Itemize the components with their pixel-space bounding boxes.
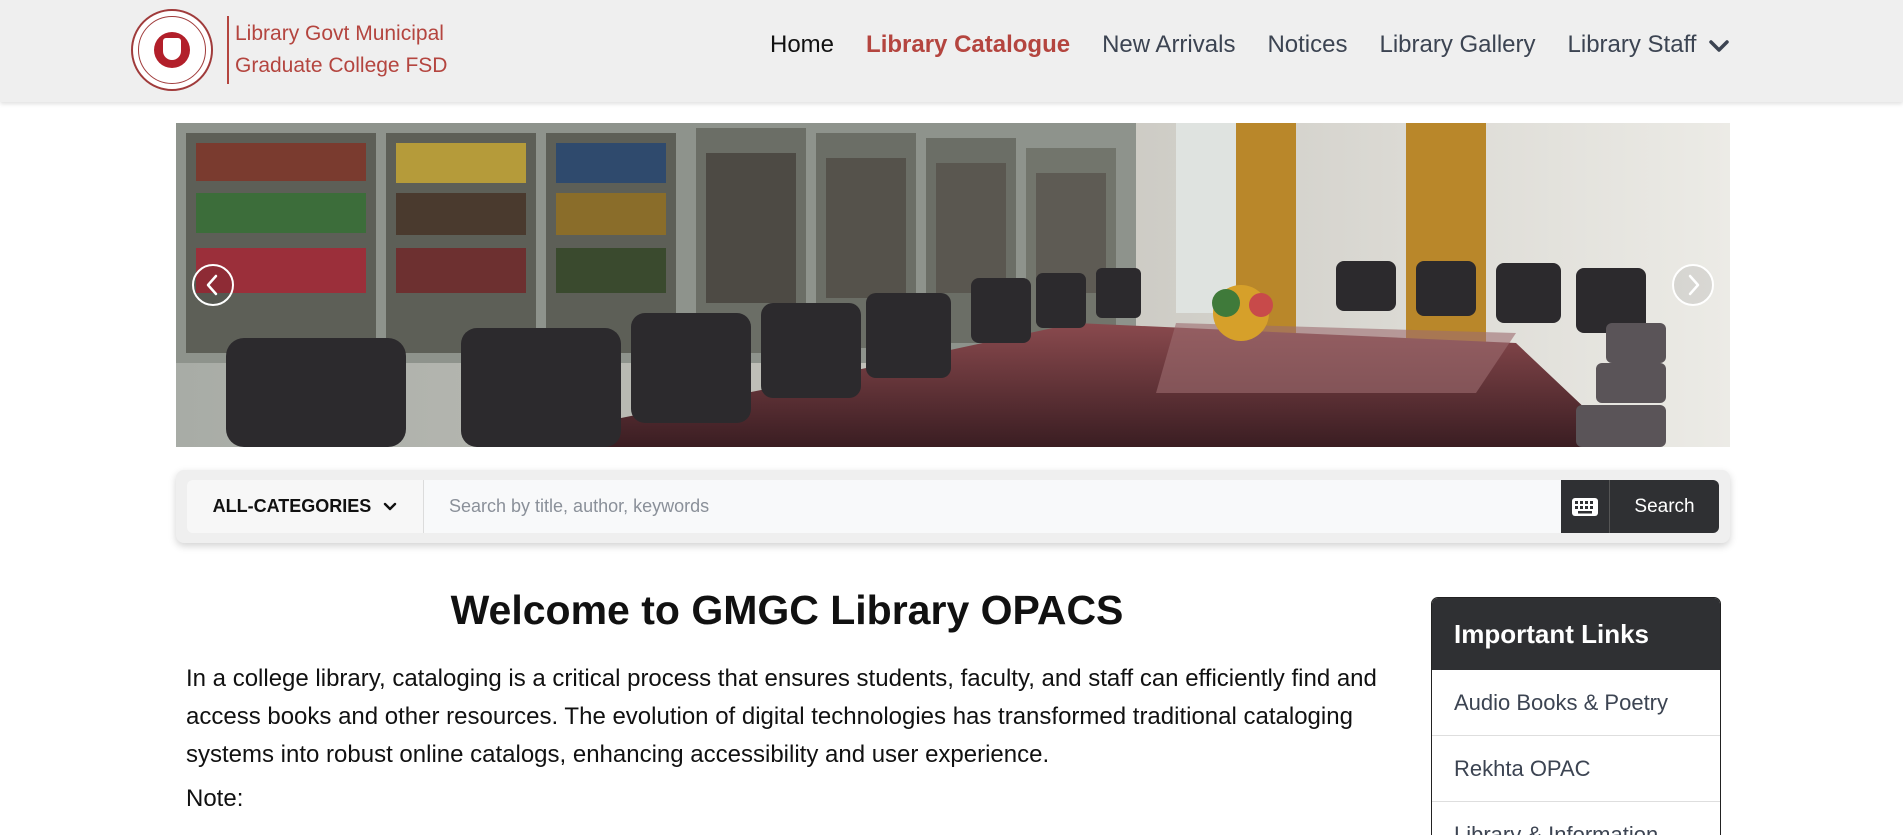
important-links-panel: Important Links Audio Books & Poetry Rek… bbox=[1431, 597, 1721, 835]
important-links-title: Important Links bbox=[1432, 598, 1720, 670]
chevron-down-icon bbox=[384, 502, 397, 510]
chevron-left-icon bbox=[206, 274, 218, 296]
chevron-right-icon bbox=[1688, 274, 1700, 296]
chevron-down-icon bbox=[1709, 39, 1729, 52]
intro-paragraph: In a college library, cataloging is a cr… bbox=[186, 665, 1377, 768]
hero-carousel bbox=[176, 123, 1730, 447]
brand-name-line2: Graduate College FSD bbox=[235, 54, 448, 77]
nav-library-gallery[interactable]: Library Gallery bbox=[1379, 31, 1535, 59]
page-title: Welcome to GMGC Library OPACS bbox=[450, 587, 1124, 633]
category-dropdown[interactable]: ALL-CATEGORIES bbox=[187, 480, 423, 533]
search-button[interactable]: Search bbox=[1610, 480, 1719, 533]
brand-name: Library Govt Municipal Graduate College … bbox=[235, 18, 447, 82]
link-audio-books-poetry[interactable]: Audio Books & Poetry bbox=[1432, 670, 1720, 736]
keyboard-icon bbox=[1572, 497, 1598, 516]
carousel-next-button[interactable] bbox=[1672, 264, 1714, 306]
college-seal-icon bbox=[131, 9, 213, 91]
link-rekhta-opac[interactable]: Rekhta OPAC bbox=[1432, 736, 1720, 802]
brand-name-line1: Library Govt Municipal bbox=[235, 22, 444, 45]
nav-library-staff-label: Library Staff bbox=[1567, 31, 1697, 58]
brand[interactable]: Library Govt Municipal Graduate College … bbox=[131, 9, 447, 91]
carousel-image bbox=[176, 123, 1730, 447]
nav-library-staff[interactable]: Library Staff bbox=[1568, 31, 1730, 59]
link-library-information[interactable]: Library & Information bbox=[1432, 802, 1720, 835]
brand-divider bbox=[227, 16, 229, 84]
carousel-prev-button[interactable] bbox=[192, 264, 234, 306]
category-dropdown-label: ALL-CATEGORIES bbox=[212, 496, 372, 516]
top-navbar: Library Govt Municipal Graduate College … bbox=[0, 0, 1903, 102]
nav-new-arrivals[interactable]: New Arrivals bbox=[1102, 31, 1235, 59]
nav-home[interactable]: Home bbox=[770, 31, 834, 59]
nav-notices[interactable]: Notices bbox=[1267, 31, 1347, 59]
virtual-keyboard-button[interactable] bbox=[1561, 480, 1610, 533]
search-input[interactable] bbox=[423, 480, 1561, 533]
search-bar: ALL-CATEGORIES Search bbox=[176, 470, 1730, 543]
main-nav: Home Library Catalogue New Arrivals Noti… bbox=[770, 31, 1729, 59]
nav-library-catalogue[interactable]: Library Catalogue bbox=[866, 31, 1070, 59]
note-label: Note: bbox=[186, 785, 244, 812]
